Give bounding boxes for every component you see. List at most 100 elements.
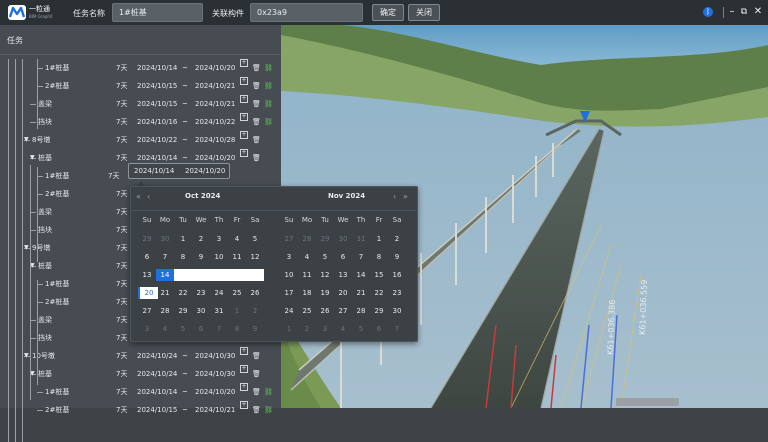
calendar-day[interactable]: 21 xyxy=(156,287,174,299)
calendar-day[interactable]: 9 xyxy=(246,323,264,335)
calendar-day[interactable]: 17 xyxy=(280,287,298,299)
calendar-day[interactable]: 19 xyxy=(246,269,264,281)
edit-task-icon[interactable]: + xyxy=(240,383,248,391)
calendar-day[interactable]: 13 xyxy=(138,269,156,281)
calendar-day[interactable]: 4 xyxy=(228,233,246,245)
delete-task-icon[interactable]: 🗑 xyxy=(252,149,261,162)
calendar-day[interactable]: 6 xyxy=(334,251,352,263)
edit-task-icon[interactable]: + xyxy=(240,59,248,67)
calendar-day[interactable]: 7 xyxy=(352,251,370,263)
task-end-date[interactable]: 2024/10/28 xyxy=(195,131,235,149)
delete-task-icon[interactable]: 🗑 xyxy=(252,365,261,378)
calendar-day[interactable]: 13 xyxy=(334,269,352,281)
delete-task-icon[interactable]: 🗑 xyxy=(252,59,261,72)
task-start-date[interactable]: 2024/10/24 xyxy=(137,347,177,365)
maximize-icon[interactable]: ⧉ xyxy=(739,7,749,17)
calendar-day[interactable]: 6 xyxy=(370,323,388,335)
calendar-day[interactable]: 27 xyxy=(138,305,156,317)
close-dialog-button[interactable]: 关闭 xyxy=(408,4,440,21)
task-row[interactable]: ▼ 桩基 7天 2024/10/24 ~2024/10/30 + 🗑 xyxy=(0,365,281,383)
task-end-date[interactable]: 2024/10/20 xyxy=(195,59,235,77)
task-row[interactable]: 2#桩基 7天 2024/10/15 ~2024/10/21 + 🗑 ⛓ xyxy=(0,401,281,419)
calendar-day[interactable]: 5 xyxy=(352,323,370,335)
calendar-day[interactable]: 4 xyxy=(156,323,174,335)
link-model-icon[interactable]: ⛓ xyxy=(264,77,273,90)
calendar-day[interactable]: 26 xyxy=(246,287,264,299)
task-start-date[interactable]: 2024/10/14 xyxy=(137,59,177,77)
calendar-day[interactable]: 6 xyxy=(192,323,210,335)
delete-task-icon[interactable]: 🗑 xyxy=(252,347,261,360)
calendar-day[interactable]: 30 xyxy=(156,233,174,245)
delete-task-icon[interactable]: 🗑 xyxy=(252,113,261,126)
delete-task-icon[interactable]: 🗑 xyxy=(252,131,261,144)
task-end-date[interactable]: 2024/10/30 xyxy=(195,365,235,383)
left-month[interactable]: Oct xyxy=(185,192,198,200)
edit-task-icon[interactable]: + xyxy=(240,131,248,139)
calendar-day[interactable]: 1 xyxy=(370,233,388,245)
expand-caret-icon[interactable]: ▼ xyxy=(24,347,29,365)
calendar-day[interactable]: 28 xyxy=(352,305,370,317)
calendar-day[interactable]: 24 xyxy=(210,287,228,299)
calendar-day[interactable]: 26 xyxy=(316,305,334,317)
bluetooth-icon[interactable]: ᛒ xyxy=(703,7,713,17)
calendar-day[interactable]: 5 xyxy=(246,233,264,245)
next-month-icon[interactable]: › xyxy=(393,192,396,201)
task-row[interactable]: ▼ 8号墩 7天 2024/10/22 ~2024/10/28 + 🗑 xyxy=(0,131,281,149)
calendar-day[interactable]: 8 xyxy=(174,251,192,263)
calendar-day[interactable]: 10 xyxy=(210,251,228,263)
edit-task-icon[interactable]: + xyxy=(240,113,248,121)
task-row[interactable]: 1#桩基 7天 2024/10/14 ~2024/10/20 + 🗑 ⛓ xyxy=(0,59,281,77)
task-start-date[interactable]: 2024/10/15 xyxy=(137,95,177,113)
calendar-day[interactable]: 14 xyxy=(156,269,174,281)
left-year[interactable]: 2024 xyxy=(201,192,220,200)
calendar-day[interactable]: 18 xyxy=(298,287,316,299)
task-start-date[interactable]: 2024/10/15 xyxy=(137,77,177,95)
calendar-day[interactable]: 24 xyxy=(280,305,298,317)
task-end-date[interactable]: 2024/10/21 xyxy=(195,95,235,113)
confirm-button[interactable]: 确定 xyxy=(372,4,404,21)
task-end-date[interactable]: 2024/10/22 xyxy=(195,113,235,131)
calendar-day[interactable]: 30 xyxy=(192,305,210,317)
calendar-day[interactable]: 9 xyxy=(388,251,406,263)
calendar-day[interactable]: 20 xyxy=(138,287,158,299)
right-month[interactable]: Nov xyxy=(328,192,343,200)
task-start-date[interactable]: 2024/10/16 xyxy=(137,113,177,131)
link-model-icon[interactable]: ⛓ xyxy=(264,383,273,396)
delete-task-icon[interactable]: 🗑 xyxy=(252,383,261,396)
calendar-day[interactable]: 1 xyxy=(280,323,298,335)
calendar-day[interactable]: 3 xyxy=(210,233,228,245)
calendar-day[interactable]: 9 xyxy=(192,251,210,263)
calendar-day[interactable]: 10 xyxy=(280,269,298,281)
calendar-day[interactable]: 31 xyxy=(210,305,228,317)
calendar-day[interactable]: 15 xyxy=(174,269,192,281)
task-row[interactable]: ▼ 10号墩 7天 2024/10/24 ~2024/10/30 + 🗑 xyxy=(0,347,281,365)
calendar-day[interactable]: 15 xyxy=(370,269,388,281)
calendar-day[interactable]: 19 xyxy=(316,287,334,299)
calendar-day[interactable]: 20 xyxy=(334,287,352,299)
calendar-day[interactable]: 22 xyxy=(370,287,388,299)
delete-task-icon[interactable]: 🗑 xyxy=(252,77,261,90)
link-model-icon[interactable]: ⛓ xyxy=(264,113,273,126)
calendar-day[interactable]: 25 xyxy=(298,305,316,317)
calendar-day[interactable]: 6 xyxy=(138,251,156,263)
calendar-day[interactable]: 16 xyxy=(388,269,406,281)
task-start-date[interactable]: 2024/10/14 xyxy=(137,383,177,401)
calendar-day[interactable]: 3 xyxy=(138,323,156,335)
calendar-day[interactable]: 1 xyxy=(228,305,246,317)
calendar-day[interactable]: 3 xyxy=(280,251,298,263)
right-year[interactable]: 2024 xyxy=(346,192,365,200)
prev-year-icon[interactable]: « xyxy=(136,192,141,201)
task-row[interactable]: 1#桩基 7天 2024/10/14 ~2024/10/20 + 🗑 ⛓ xyxy=(0,383,281,401)
calendar-day[interactable]: 7 xyxy=(388,323,406,335)
calendar-day[interactable]: 2 xyxy=(298,323,316,335)
calendar-day[interactable]: 16 xyxy=(192,269,210,281)
calendar-day[interactable]: 27 xyxy=(280,233,298,245)
calendar-day[interactable]: 4 xyxy=(298,251,316,263)
task-name-input[interactable]: 1#桩基 xyxy=(112,3,203,22)
expand-caret-icon[interactable]: ▼ xyxy=(24,131,29,149)
calendar-day[interactable]: 27 xyxy=(334,305,352,317)
link-model-icon[interactable]: ⛓ xyxy=(264,59,273,72)
calendar-day[interactable]: 23 xyxy=(388,287,406,299)
next-year-icon[interactable]: » xyxy=(403,192,408,201)
edit-task-icon[interactable]: + xyxy=(240,149,248,157)
